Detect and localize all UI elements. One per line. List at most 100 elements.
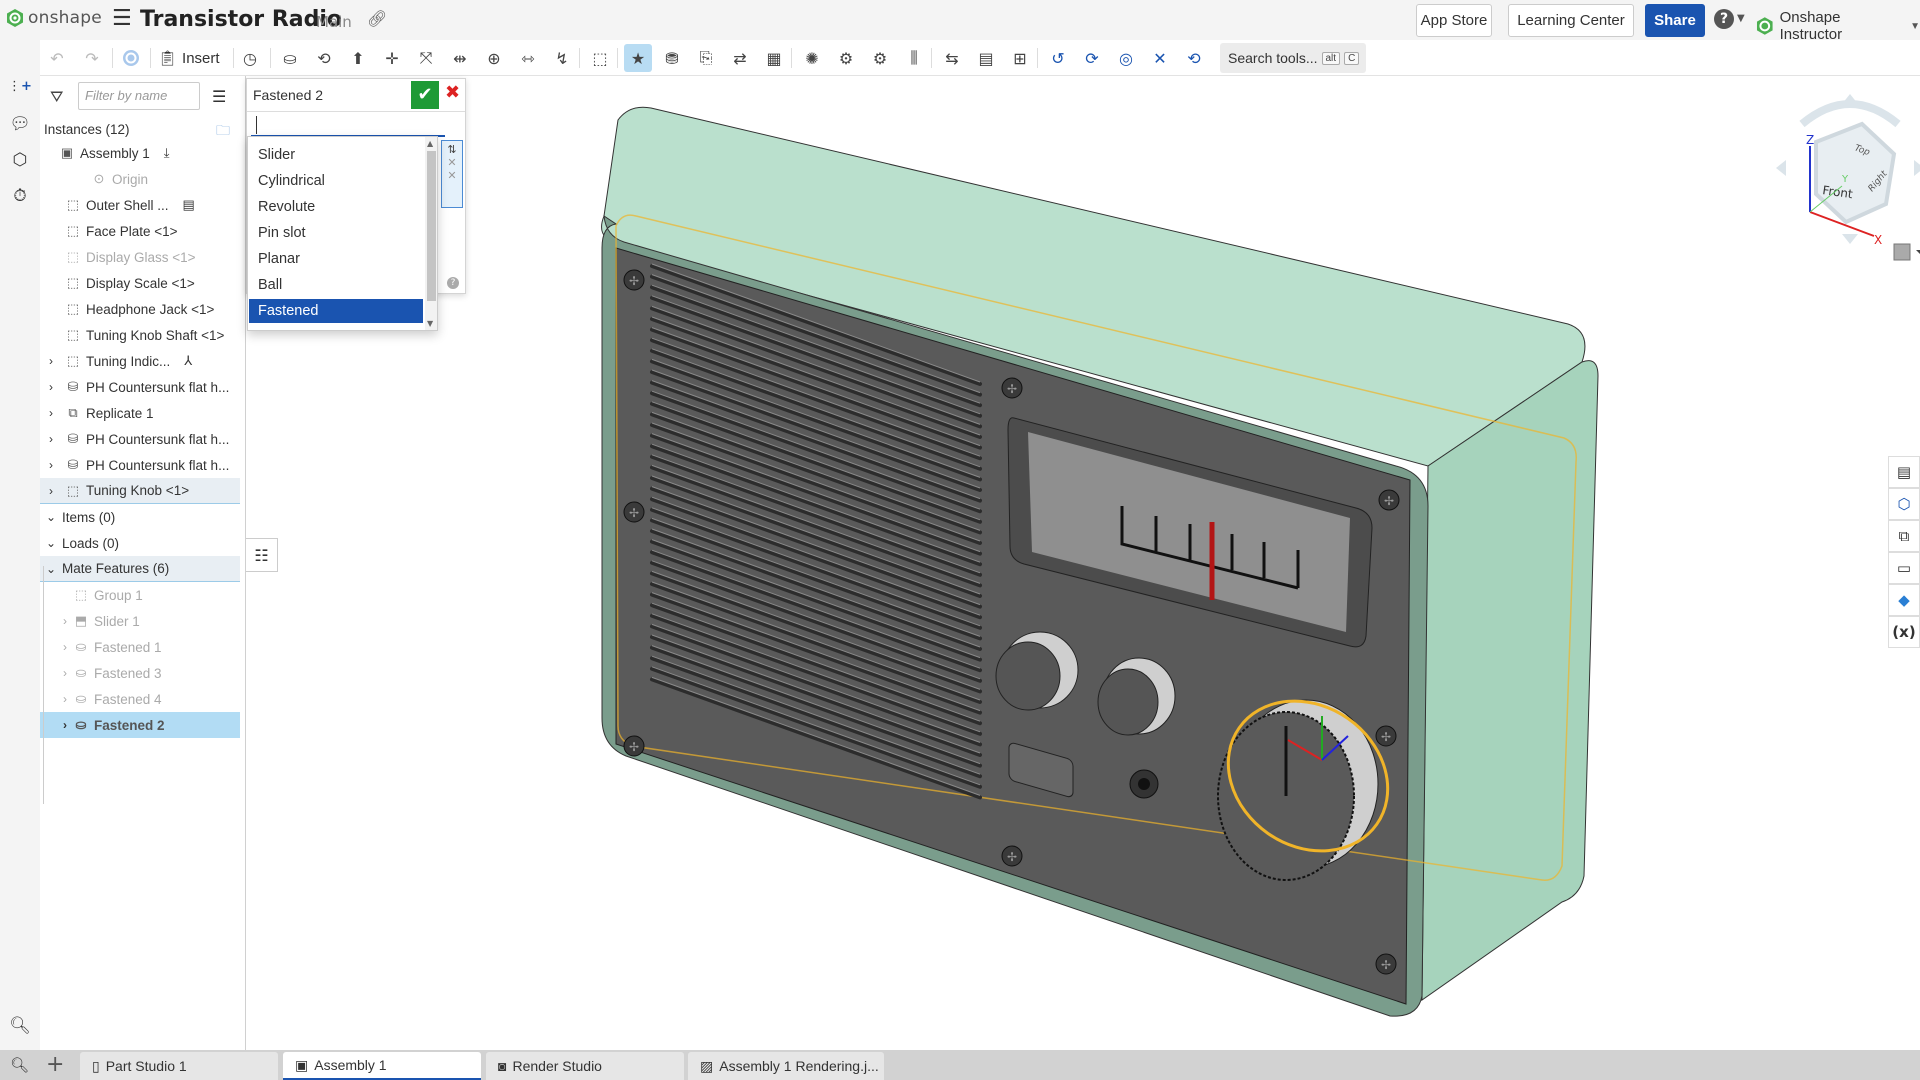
- view-icon[interactable]: ⟲: [1180, 44, 1208, 72]
- render-mode-dropdown-icon[interactable]: [1916, 250, 1920, 254]
- appearance-icon[interactable]: ◆: [1888, 584, 1920, 616]
- branch-label[interactable]: Main: [316, 13, 352, 31]
- share-button[interactable]: Share: [1645, 4, 1705, 37]
- learning-center-button[interactable]: Learning Center: [1508, 4, 1634, 37]
- bom-icon[interactable]: ⬡: [1888, 488, 1920, 520]
- mate-row[interactable]: › ⛀ Fastened 1: [40, 634, 240, 660]
- display-states-icon[interactable]: ▤: [972, 44, 1000, 72]
- appearance-icon[interactable]: ◎: [1112, 44, 1140, 72]
- mate-row[interactable]: › ⛀ Fastened 2: [40, 712, 240, 738]
- slider-mate-icon[interactable]: ⬆: [344, 44, 372, 72]
- parts-help-icon[interactable]: ⬡: [6, 146, 34, 174]
- ball-mate-icon[interactable]: ⊕: [480, 44, 508, 72]
- cancel-button[interactable]: ✖: [445, 82, 460, 103]
- undo-icon[interactable]: ↶: [43, 44, 71, 72]
- instance-row[interactable]: ⬚ Outer Shell ... ▤: [40, 192, 240, 218]
- tab-assembly-1[interactable]: ▣ Assembly 1: [283, 1052, 481, 1080]
- mate-type-option[interactable]: Parallel: [249, 325, 423, 330]
- interference-icon[interactable]: ✺: [798, 44, 826, 72]
- chevron-right-icon[interactable]: ›: [58, 692, 72, 706]
- chevron-down-icon[interactable]: ⌄: [44, 536, 58, 550]
- rack-pinion-icon[interactable]: ⚙: [866, 44, 894, 72]
- instance-row[interactable]: › ⛁ PH Countersunk flat h...: [40, 374, 240, 400]
- section-header[interactable]: ⌄ Items (0): [40, 504, 240, 530]
- tab-assembly-1-rendering-j[interactable]: ▨ Assembly 1 Rendering.j...: [688, 1052, 884, 1080]
- chevron-right-icon[interactable]: ›: [44, 354, 58, 368]
- chevron-down-icon[interactable]: ⌄: [44, 510, 58, 524]
- search-tools-input[interactable]: Search tools... alt C: [1220, 43, 1366, 73]
- help-icon[interactable]: ?: [1714, 9, 1734, 29]
- mate-type-option[interactable]: Fastened: [249, 299, 423, 323]
- linear-pattern-icon[interactable]: ⛃: [658, 44, 686, 72]
- instance-row[interactable]: › ⬚ Tuning Knob <1>: [40, 478, 240, 504]
- planar-mate-icon[interactable]: ✛: [378, 44, 406, 72]
- chevron-right-icon[interactable]: ›: [44, 484, 58, 498]
- onshape-logo[interactable]: onshape: [6, 8, 102, 28]
- filter-input[interactable]: Filter by name: [78, 82, 200, 110]
- accept-button[interactable]: ✔: [411, 81, 439, 109]
- section-icon[interactable]: ⟳: [1078, 44, 1106, 72]
- instance-row[interactable]: ⬚ Face Plate <1>: [40, 218, 240, 244]
- mate-type-option[interactable]: Slider: [249, 143, 423, 167]
- history-icon[interactable]: ◷: [236, 44, 264, 72]
- section-header[interactable]: ⌄ Mate Features (6): [40, 556, 240, 582]
- collapse-panel-icon[interactable]: ☷: [246, 538, 278, 572]
- mate-row[interactable]: › ⬒ Slider 1: [40, 608, 240, 634]
- mate-type-option[interactable]: Ball: [249, 273, 423, 297]
- list-view-icon[interactable]: ☰: [212, 87, 226, 106]
- graphics-viewport[interactable]: ✢ ✢ ✢ ✢ ✢ ✢ ✢ ✢ Top Front Right Z X Y: [246, 76, 1920, 1050]
- mate-connector-panel-icon[interactable]: ▭: [1888, 552, 1920, 584]
- replicate-icon[interactable]: ⎘: [692, 44, 720, 72]
- revolute-mate-icon[interactable]: ⟲: [310, 44, 338, 72]
- mate-type-option[interactable]: Revolute: [249, 195, 423, 219]
- mate-row[interactable]: › ⛀ Fastened 3: [40, 660, 240, 686]
- chevron-right-icon[interactable]: ›: [44, 380, 58, 394]
- chevron-right-icon[interactable]: ›: [58, 614, 72, 628]
- mate-type-option[interactable]: Planar: [249, 247, 423, 271]
- insert-button[interactable]: 📋︎ Insert: [158, 49, 220, 68]
- tab-part-studio-1[interactable]: ▯ Part Studio 1: [80, 1052, 278, 1080]
- radio-model[interactable]: ✢ ✢ ✢ ✢ ✢ ✢ ✢ ✢ Top Front Right Z X Y: [246, 76, 1920, 1050]
- explode-icon[interactable]: ▦: [760, 44, 788, 72]
- properties-icon[interactable]: ▤: [1888, 456, 1920, 488]
- fastened-mate-icon[interactable]: ⛀: [276, 44, 304, 72]
- comments-icon[interactable]: 💬︎: [6, 110, 34, 138]
- timer-icon[interactable]: ⏱︎: [6, 182, 34, 210]
- help-icon[interactable]: ?: [447, 277, 459, 289]
- variables-icon[interactable]: (x): [1888, 616, 1920, 648]
- chevron-right-icon[interactable]: ›: [44, 432, 58, 446]
- flip-icon[interactable]: ⇅: [442, 143, 462, 156]
- help-dropdown-icon[interactable]: ▼: [1737, 13, 1745, 24]
- mate-type-option[interactable]: Cylindrical: [249, 169, 423, 193]
- add-tab-icon[interactable]: +: [46, 1052, 64, 1077]
- mates-icon[interactable]: ⧉: [1888, 520, 1920, 552]
- link-icon[interactable]: 🔗︎: [367, 9, 387, 28]
- remove-icon[interactable]: ✕: [442, 169, 462, 182]
- instance-row[interactable]: › ⛁ PH Countersunk flat h...: [40, 452, 240, 478]
- hide-icon[interactable]: ✕: [1146, 44, 1174, 72]
- tab-search-icon[interactable]: 🔍︎: [10, 1056, 29, 1074]
- pin-slot-mate-icon[interactable]: ⇹: [446, 44, 474, 72]
- menu-icon[interactable]: ☰: [112, 8, 132, 30]
- mate-row[interactable]: › ⛀ Fastened 4: [40, 686, 240, 712]
- cylindrical-mate-icon[interactable]: ⤧: [412, 44, 440, 72]
- instance-row[interactable]: ⬚ Display Glass <1>: [40, 244, 240, 270]
- mate-row[interactable]: ⬚ Group 1: [40, 582, 240, 608]
- screw-relation-icon[interactable]: ⫼: [900, 44, 928, 72]
- instance-row[interactable]: ⬚ Tuning Knob Shaft <1>: [40, 322, 240, 348]
- insert-part-icon[interactable]: ⊞: [1006, 44, 1034, 72]
- tangent-mate-icon[interactable]: ↯: [548, 44, 576, 72]
- document-title[interactable]: Transistor Radio: [140, 7, 342, 32]
- dropdown-scrollbar[interactable]: ▲ ▼: [425, 137, 437, 330]
- mate-type-option[interactable]: Pin slot: [249, 221, 423, 245]
- instance-row[interactable]: › ⧉ Replicate 1: [40, 400, 240, 426]
- chevron-right-icon[interactable]: ›: [44, 406, 58, 420]
- redo-icon[interactable]: ↷: [78, 44, 106, 72]
- remove-icon[interactable]: ✕: [442, 156, 462, 169]
- search-zoom-icon[interactable]: 🔍︎: [6, 1012, 34, 1040]
- filter-icon[interactable]: ⛛: [50, 87, 63, 107]
- update-icon[interactable]: [117, 44, 145, 72]
- chevron-right-icon[interactable]: ›: [58, 640, 72, 654]
- section-header[interactable]: ⌄ Loads (0): [40, 530, 240, 556]
- scrollbar-thumb[interactable]: [427, 151, 436, 301]
